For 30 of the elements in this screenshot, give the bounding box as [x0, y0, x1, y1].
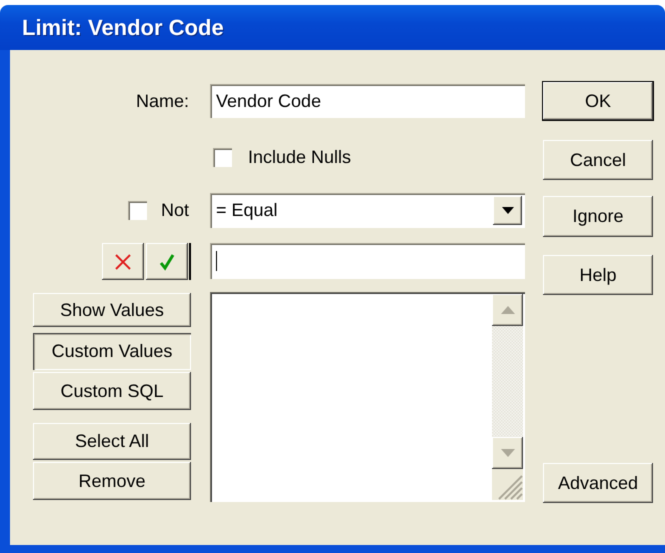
x-icon [114, 252, 132, 270]
name-label: Name: [136, 90, 190, 112]
operator-dropdown[interactable]: = Equal [210, 193, 525, 228]
dialog-button[interactable]: Ignore [543, 196, 653, 237]
mode-button[interactable]: Show Values [33, 293, 191, 327]
mode-button[interactable]: Custom Values [33, 333, 191, 370]
checkbox-label: Include Nulls [248, 147, 352, 168]
up-arrow-icon [500, 306, 514, 314]
scroll-up-button[interactable] [492, 294, 523, 326]
checkbox-label: Not [160, 200, 189, 221]
dropdown-arrow-icon [502, 207, 514, 214]
text-cursor [216, 251, 217, 271]
value-field[interactable] [210, 243, 525, 279]
dialog-button[interactable]: Advanced [543, 463, 653, 503]
list-button[interactable]: Select All [33, 423, 191, 460]
dialog-button[interactable]: OK [543, 82, 653, 120]
scrollbar[interactable] [492, 294, 523, 500]
name-field[interactable]: Vendor Code [210, 84, 525, 118]
dialog-button[interactable]: Help [543, 255, 653, 295]
mode-button[interactable]: Custom SQL [33, 372, 191, 410]
dialog-button[interactable]: Cancel [543, 140, 653, 180]
scroll-down-button[interactable] [492, 437, 523, 469]
list-button[interactable]: Remove [33, 462, 191, 500]
checkbox[interactable] [213, 148, 232, 167]
checkmark-icon [158, 252, 176, 270]
down-arrow-icon [500, 449, 514, 457]
cancel-button[interactable] [102, 243, 144, 280]
checkbox[interactable] [128, 201, 147, 220]
window-title: Limit: Vendor Code [22, 14, 224, 40]
accept-button[interactable] [146, 243, 188, 280]
